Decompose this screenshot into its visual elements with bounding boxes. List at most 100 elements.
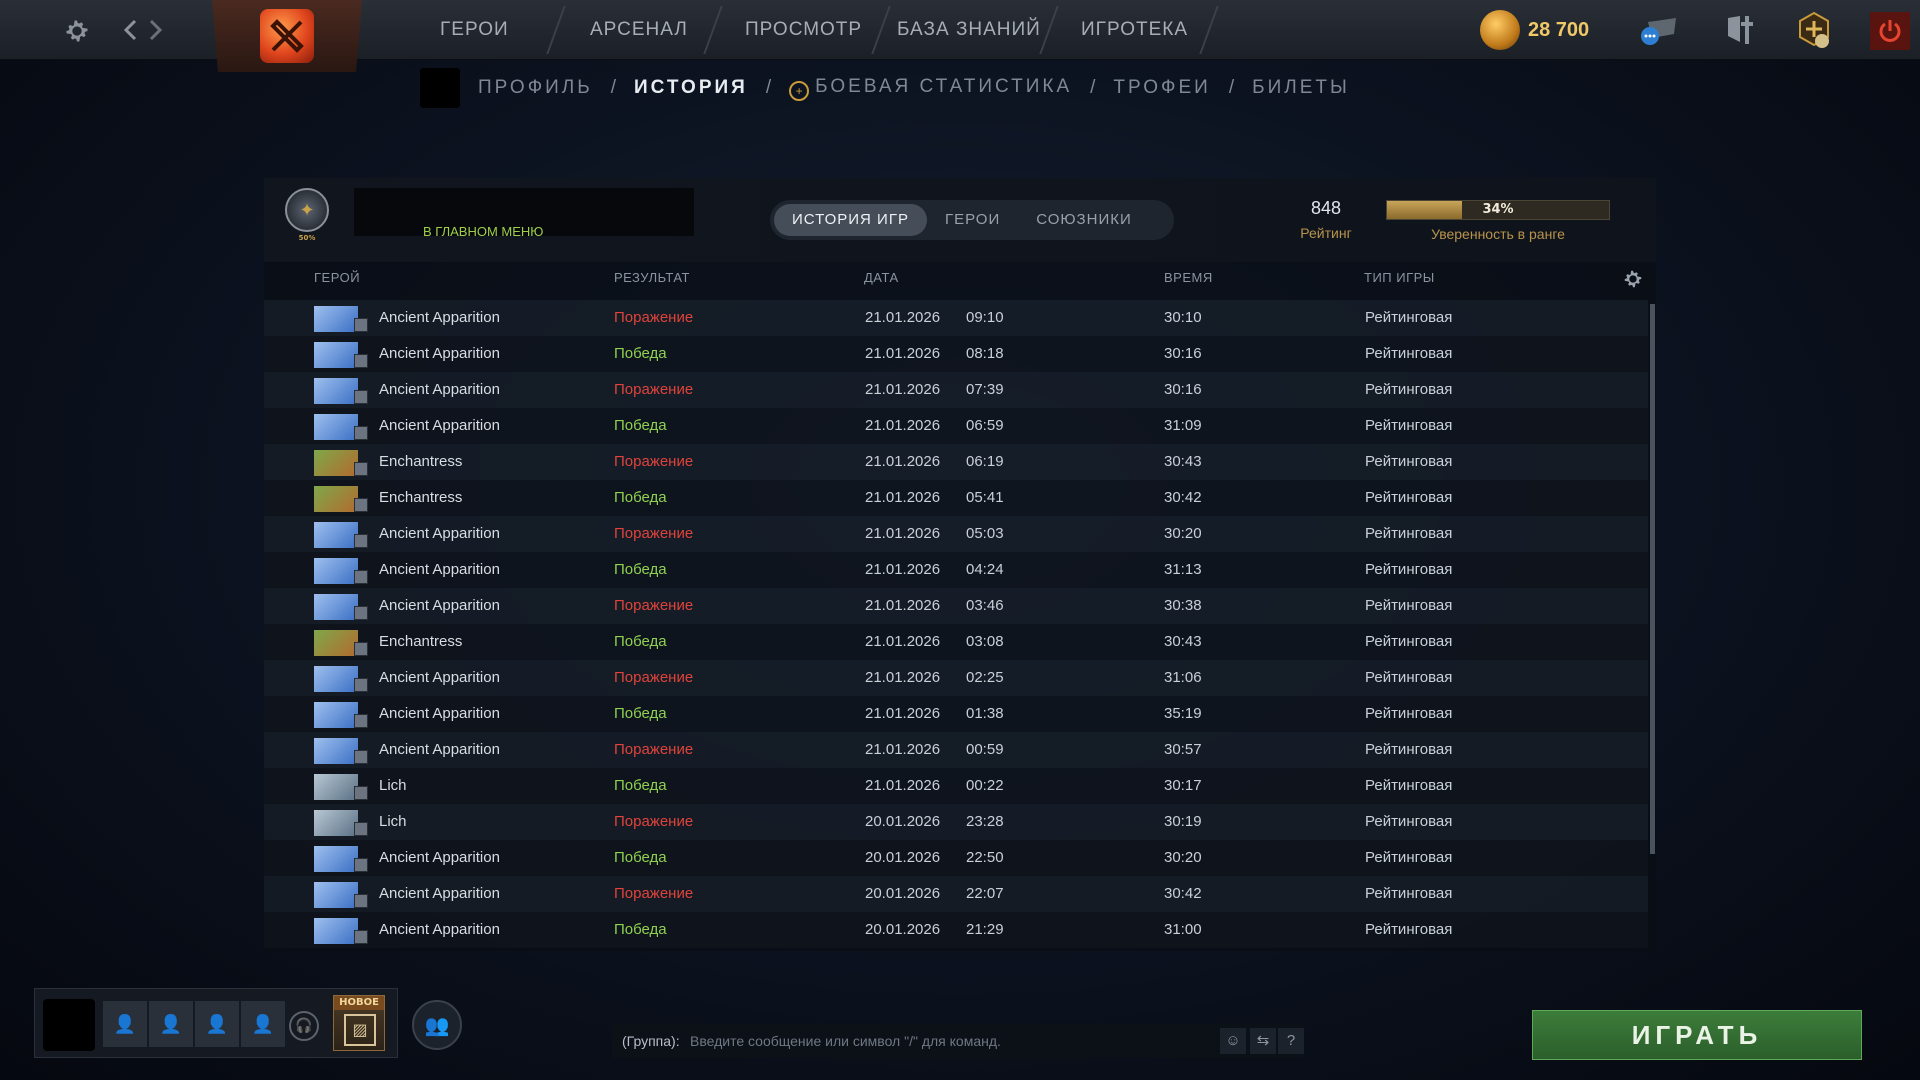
match-row[interactable]: Ancient Apparition Поражение 20.01.2026 22:… bbox=[264, 876, 1648, 912]
match-row[interactable]: Ancient Apparition Победа 21.01.2026 04:24 3… bbox=[264, 552, 1648, 588]
rank-medal[interactable]: ✦ 50% bbox=[280, 188, 334, 252]
match-result: Поражение bbox=[614, 309, 694, 326]
match-date: 21.01.2026 bbox=[865, 777, 941, 794]
nav-heroes[interactable]: ГЕРОИ bbox=[440, 0, 509, 60]
party-slot-empty[interactable]: 👤 bbox=[149, 1001, 193, 1047]
nav-watch[interactable]: ПРОСМОТР bbox=[745, 0, 862, 60]
match-duration: 30:16 bbox=[1164, 381, 1202, 398]
nav-arsenal[interactable]: АРСЕНАЛ bbox=[590, 0, 688, 60]
hero-name: Ancient Apparition bbox=[379, 597, 500, 614]
nav-learn[interactable]: БАЗА ЗНАНИЙ bbox=[897, 0, 1041, 60]
party-slot-empty[interactable]: 👤 bbox=[103, 1001, 147, 1047]
tab-heroes[interactable]: ГЕРОИ bbox=[927, 204, 1018, 236]
match-row[interactable]: Ancient Apparition Победа 20.01.2026 21:29 3… bbox=[264, 912, 1648, 948]
match-row[interactable]: Ancient Apparition Поражение 21.01.2026 09:… bbox=[264, 300, 1648, 336]
profile-avatar[interactable] bbox=[420, 68, 460, 108]
hero-portrait bbox=[314, 846, 368, 872]
power-icon[interactable] bbox=[1870, 12, 1910, 50]
settings-gear-icon[interactable] bbox=[60, 14, 94, 48]
match-row[interactable]: Ancient Apparition Поражение 21.01.2026 00:… bbox=[264, 732, 1648, 768]
shards-currency[interactable]: 28 700 bbox=[1480, 10, 1589, 50]
play-button[interactable]: ИГРАТЬ bbox=[1532, 1010, 1862, 1060]
back-arrow-icon[interactable] bbox=[120, 16, 140, 44]
match-row[interactable]: Enchantress Поражение 21.01.2026 06:19 30:43… bbox=[264, 444, 1648, 480]
match-game-mode: Рейтинговая bbox=[1365, 633, 1453, 650]
match-game-mode: Рейтинговая bbox=[1365, 705, 1453, 722]
match-result: Поражение bbox=[614, 525, 694, 542]
chat-help-button[interactable]: ? bbox=[1278, 1028, 1304, 1054]
match-date: 21.01.2026 bbox=[865, 633, 941, 650]
forward-arrow-icon[interactable] bbox=[146, 16, 166, 44]
column-hero[interactable]: ГЕРОЙ bbox=[314, 270, 360, 285]
party-slot-empty[interactable]: 👤 bbox=[195, 1001, 239, 1047]
hero-role-icon bbox=[354, 534, 368, 548]
match-duration: 30:16 bbox=[1164, 345, 1202, 362]
column-game-mode[interactable]: ТИП ИГРЫ bbox=[1364, 270, 1435, 285]
dota-plus-icon[interactable] bbox=[1794, 10, 1834, 50]
subnav-tickets[interactable]: БИЛЕТЫ bbox=[1252, 77, 1350, 99]
match-duration: 31:09 bbox=[1164, 417, 1202, 434]
match-row[interactable]: Enchantress Победа 21.01.2026 03:08 30:43 Рей… bbox=[264, 624, 1648, 660]
match-game-mode: Рейтинговая bbox=[1365, 381, 1453, 398]
hero-portrait-image bbox=[314, 342, 358, 368]
match-date: 21.01.2026 bbox=[865, 309, 941, 326]
chat-expand-icon[interactable]: ⇆ bbox=[1250, 1028, 1276, 1054]
chat-bubble-icon[interactable] bbox=[1636, 14, 1680, 48]
match-row[interactable]: Lich Поражение 20.01.2026 23:28 30:19 Рейтинг… bbox=[264, 804, 1648, 840]
friends-group-icon[interactable]: 👥 bbox=[412, 1000, 462, 1050]
match-row[interactable]: Ancient Apparition Поражение 21.01.2026 05:… bbox=[264, 516, 1648, 552]
match-game-mode: Рейтинговая bbox=[1365, 741, 1453, 758]
match-game-mode: Рейтинговая bbox=[1365, 849, 1453, 866]
profile-subnav: ПРОФИЛЬ / ИСТОРИЯ / + БОЕВАЯ СТАТИСТИКА /… bbox=[420, 68, 1350, 108]
party-self-avatar[interactable] bbox=[43, 999, 95, 1051]
column-duration[interactable]: ВРЕМЯ bbox=[1164, 270, 1213, 285]
match-row[interactable]: Enchantress Победа 21.01.2026 05:41 30:42 Рей… bbox=[264, 480, 1648, 516]
match-time: 05:03 bbox=[966, 525, 1004, 542]
match-result: Поражение bbox=[614, 669, 694, 686]
match-row[interactable]: Lich Победа 21.01.2026 00:22 30:17 Рейтингова… bbox=[264, 768, 1648, 804]
match-game-mode: Рейтинговая bbox=[1365, 453, 1453, 470]
match-duration: 35:19 bbox=[1164, 705, 1202, 722]
match-row[interactable]: Ancient Apparition Поражение 21.01.2026 03:… bbox=[264, 588, 1648, 624]
match-date: 21.01.2026 bbox=[865, 489, 941, 506]
shards-coin-icon bbox=[1480, 10, 1520, 50]
hero-name: Ancient Apparition bbox=[379, 849, 500, 866]
column-date[interactable]: ДАТА bbox=[864, 270, 899, 285]
match-date: 21.01.2026 bbox=[865, 561, 941, 578]
match-row[interactable]: Ancient Apparition Победа 21.01.2026 01:38 3… bbox=[264, 696, 1648, 732]
hero-portrait-image bbox=[314, 666, 358, 692]
new-feature-button[interactable]: НОВОЕ ▨ bbox=[333, 995, 385, 1051]
subnav-trophies[interactable]: ТРОФЕИ bbox=[1113, 77, 1210, 99]
hero-portrait-image bbox=[314, 882, 358, 908]
emoji-icon[interactable]: ☺ bbox=[1220, 1028, 1246, 1054]
match-row[interactable]: Ancient Apparition Победа 21.01.2026 08:18 3… bbox=[264, 336, 1648, 372]
match-result: Поражение bbox=[614, 741, 694, 758]
columns-settings-gear-icon[interactable] bbox=[1622, 268, 1644, 295]
match-game-mode: Рейтинговая bbox=[1365, 309, 1453, 326]
match-row[interactable]: Ancient Apparition Победа 20.01.2026 22:50 3… bbox=[264, 840, 1648, 876]
party-slot-empty[interactable]: 👤 bbox=[241, 1001, 285, 1047]
nav-divider bbox=[1039, 6, 1059, 54]
dota-logo-button[interactable] bbox=[212, 0, 362, 72]
tab-allies[interactable]: СОЮЗНИКИ bbox=[1018, 204, 1150, 236]
nav-arcade[interactable]: ИГРОТЕКА bbox=[1081, 0, 1188, 60]
subnav-profile[interactable]: ПРОФИЛЬ bbox=[478, 77, 593, 99]
match-game-mode: Рейтинговая bbox=[1365, 813, 1453, 830]
match-list-scrollbar[interactable] bbox=[1650, 304, 1655, 854]
chat-input[interactable] bbox=[690, 1026, 1210, 1056]
match-row[interactable]: Ancient Apparition Победа 21.01.2026 06:59 3… bbox=[264, 408, 1648, 444]
armory-shield-icon[interactable] bbox=[1722, 12, 1758, 48]
subnav-separator: / bbox=[610, 77, 617, 98]
match-row[interactable]: Ancient Apparition Поражение 21.01.2026 07:… bbox=[264, 372, 1648, 408]
column-result[interactable]: РЕЗУЛЬТАТ bbox=[614, 270, 690, 285]
subnav-history[interactable]: ИСТОРИЯ bbox=[634, 77, 748, 99]
match-history-panel: ✦ 50% В ГЛАВНОМ МЕНЮ ИСТОРИЯ ИГР ГЕРОИ С… bbox=[264, 178, 1656, 951]
match-row[interactable]: Ancient Apparition Поражение 21.01.2026 02:… bbox=[264, 660, 1648, 696]
tab-match-history[interactable]: ИСТОРИЯ ИГР bbox=[774, 204, 927, 236]
new-badge: НОВОЕ bbox=[334, 996, 384, 1010]
hero-portrait bbox=[314, 630, 368, 656]
voice-headset-icon[interactable]: 🎧 bbox=[289, 1011, 319, 1041]
top-bar: ГЕРОИ АРСЕНАЛ ПРОСМОТР БАЗА ЗНАНИЙ ИГРОТ… bbox=[0, 0, 1920, 72]
hero-role-icon bbox=[354, 498, 368, 512]
subnav-battle-stats[interactable]: + БОЕВАЯ СТАТИСТИКА bbox=[789, 76, 1072, 101]
